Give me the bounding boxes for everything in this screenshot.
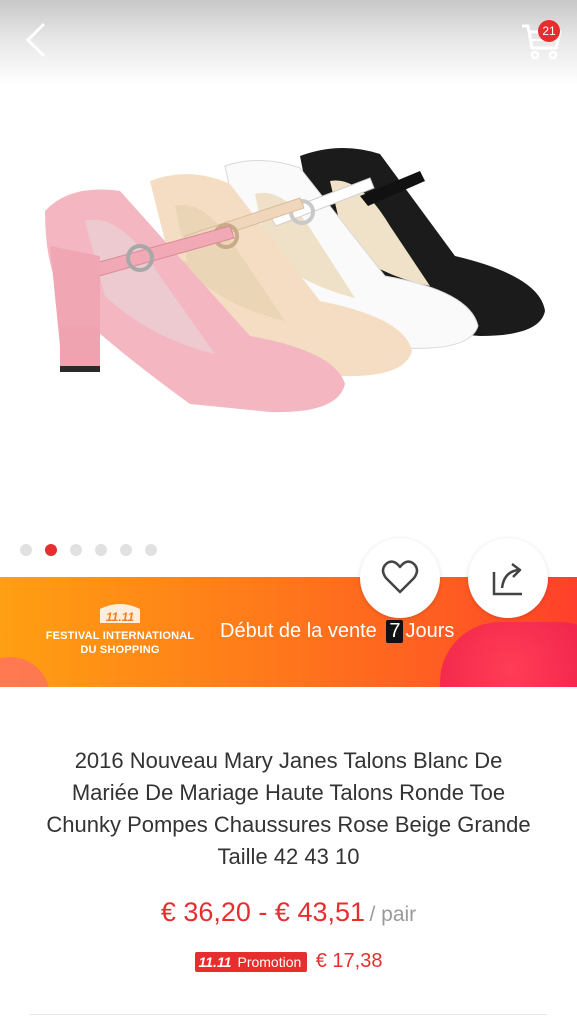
decorative-blob	[440, 622, 577, 687]
wishlist-button[interactable]	[360, 538, 440, 618]
share-icon	[492, 563, 522, 596]
price-row: € 36,20 - € 43,51 / pair	[0, 897, 577, 928]
promotion-price: € 17,38	[315, 950, 383, 972]
promotion-badge: 11.11 Promotion	[194, 951, 308, 972]
cart-count-badge: 21	[538, 20, 560, 42]
promotion-row: 11.11 Promotion € 17,38	[0, 950, 577, 973]
image-carousel-indicators[interactable]	[20, 544, 170, 556]
festival-name: FESTIVAL INTERNATIONAL DU SHOPPING	[45, 630, 195, 656]
festival-logo: 11.11 FESTIVAL INTERNATIONAL DU SHOPPING	[40, 601, 200, 657]
logo-number: 11.11	[106, 610, 135, 624]
price-unit: / pair	[369, 903, 417, 926]
price-range: € 36,20 - € 43,51	[160, 897, 366, 927]
back-button[interactable]	[18, 20, 58, 60]
shoes-illustration	[45, 147, 545, 413]
carousel-dot[interactable]	[95, 544, 107, 556]
top-bar	[0, 0, 577, 86]
product-image[interactable]	[0, 86, 577, 536]
promotion-badge-number: 11.11	[198, 953, 232, 970]
heart-icon	[381, 560, 419, 594]
sale-countdown: Début de la vente 7 Jours	[220, 620, 454, 643]
promotion-badge-label: Promotion	[237, 953, 302, 970]
decorative-blob	[0, 657, 50, 687]
divider	[30, 1014, 547, 1015]
11-11-logo-icon: 11.11	[100, 604, 140, 624]
product-title: 2016 Nouveau Mary Janes Talons Blanc De …	[46, 748, 531, 869]
chevron-left-icon	[25, 22, 46, 58]
carousel-dot[interactable]	[120, 544, 132, 556]
sale-suffix: Jours	[405, 620, 455, 642]
carousel-dot[interactable]	[145, 544, 157, 556]
days-count: 7	[386, 620, 404, 643]
carousel-dot-active[interactable]	[45, 544, 57, 556]
carousel-dot[interactable]	[70, 544, 82, 556]
carousel-dot[interactable]	[20, 544, 32, 556]
share-button[interactable]	[468, 538, 548, 618]
sale-prefix: Début de la vente	[220, 620, 377, 642]
